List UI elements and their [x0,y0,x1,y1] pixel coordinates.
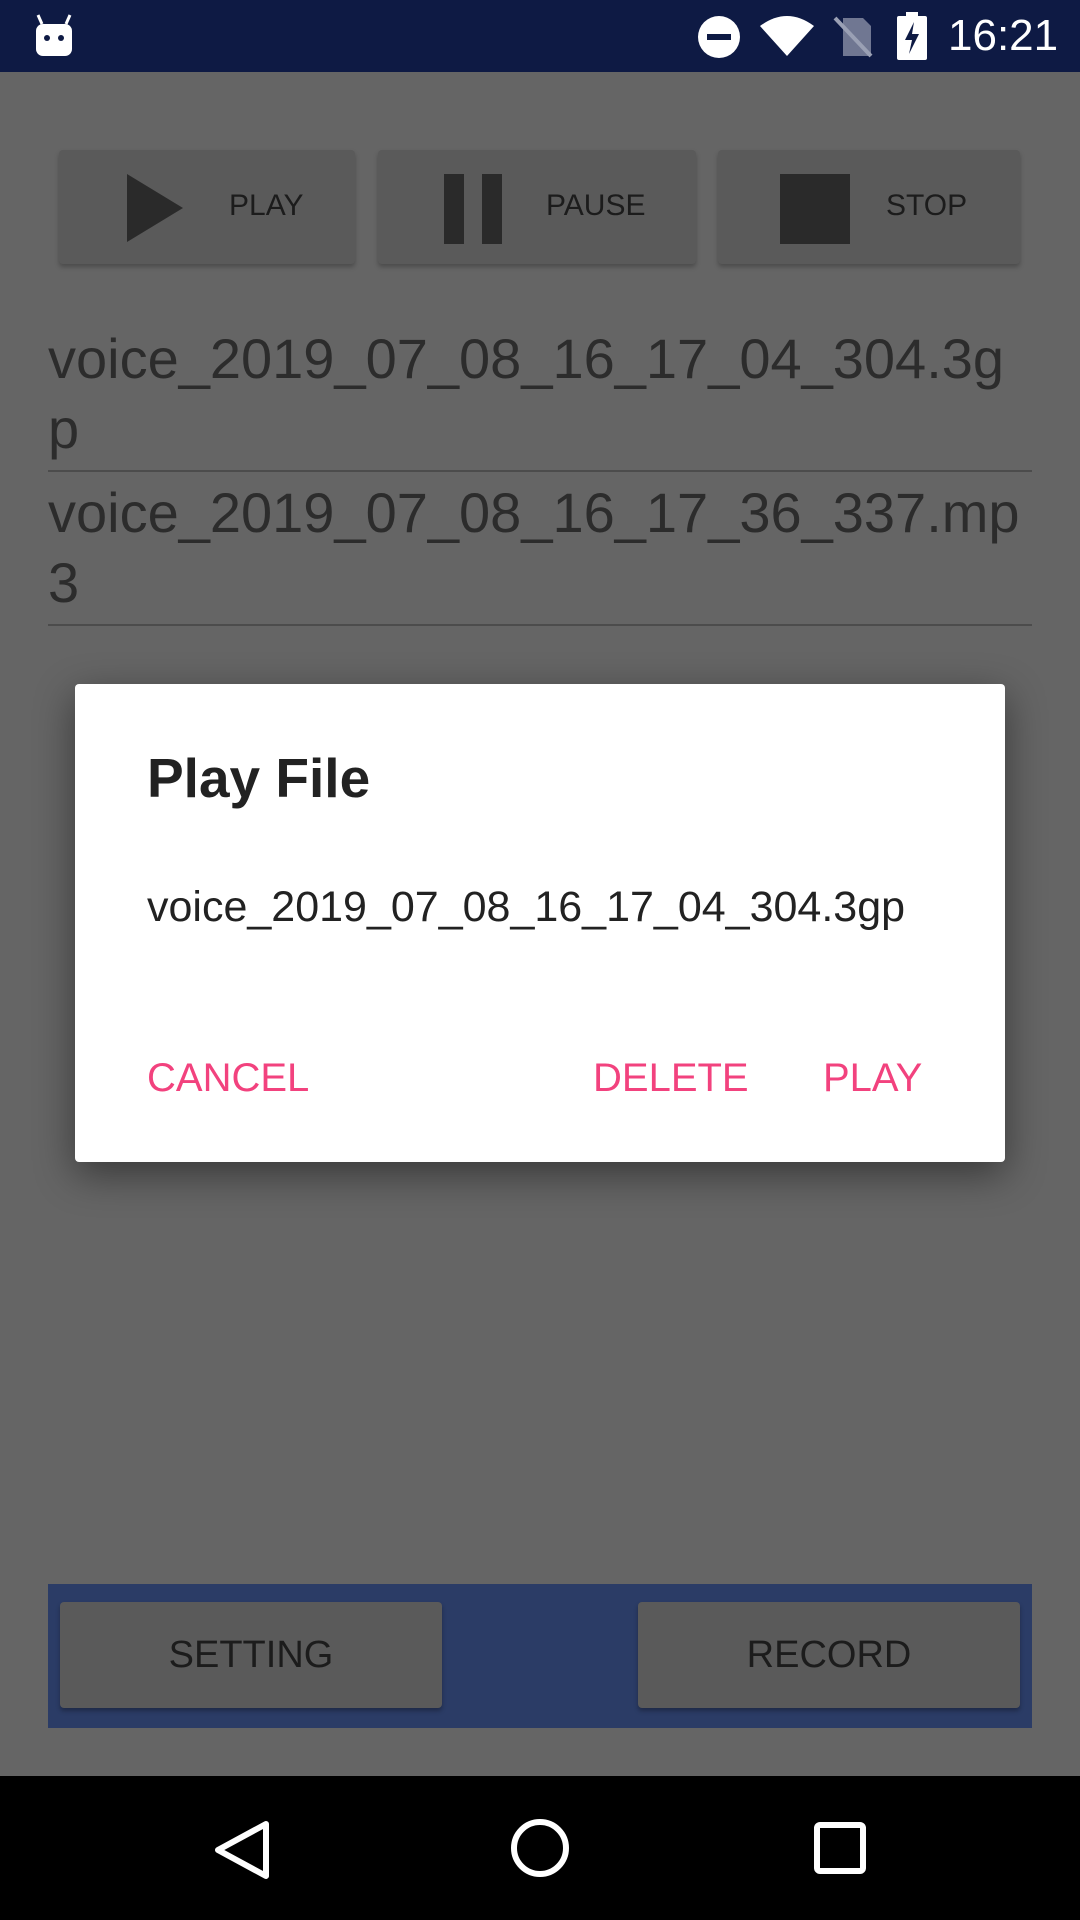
stop-button[interactable]: STOP [718,150,1020,264]
wifi-icon [760,16,814,56]
navigation-bar [0,1776,1080,1920]
bottom-panel: SETTING RECORD [48,1584,1032,1728]
status-bar: 16:21 [0,0,1080,72]
record-button[interactable]: RECORD [638,1602,1020,1708]
pause-button-label: PAUSE [546,189,646,222]
battery-charging-icon [897,12,927,60]
home-icon[interactable] [510,1818,570,1878]
play-button-label: PLAY [229,189,304,222]
recents-icon[interactable] [814,1822,866,1874]
pause-icon [444,174,502,244]
pause-button[interactable]: PAUSE [378,150,696,264]
do-not-disturb-icon [698,16,740,58]
file-list-item[interactable]: voice_2019_07_08_16_17_36_337.mp3 [48,478,1032,626]
android-icon [36,14,72,56]
status-clock: 16:21 [948,11,1059,60]
setting-button[interactable]: SETTING [60,1602,442,1708]
cancel-button[interactable]: CANCEL [147,1054,309,1102]
stop-button-label: STOP [886,189,968,222]
stop-icon [780,174,850,244]
no-sim-icon [833,16,873,58]
play-file-dialog: Play File voice_2019_07_08_16_17_04_304.… [75,684,1005,1162]
play-icon [127,174,183,242]
dialog-title: Play File [147,747,371,809]
delete-button[interactable]: DELETE [593,1054,749,1102]
file-list-item[interactable]: voice_2019_07_08_16_17_04_304.3gp [48,324,1032,472]
play-button[interactable]: PLAY [59,150,355,264]
dialog-play-button[interactable]: PLAY [823,1054,922,1102]
dialog-message: voice_2019_07_08_16_17_04_304.3gp [147,883,906,931]
back-icon[interactable] [214,1820,270,1880]
